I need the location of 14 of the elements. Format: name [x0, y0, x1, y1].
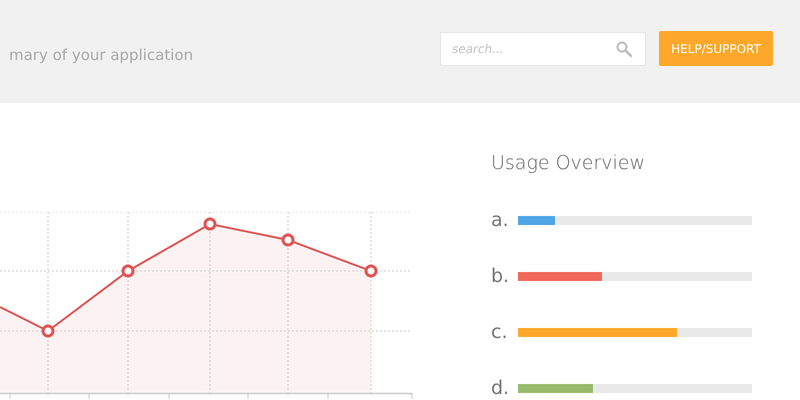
search-field[interactable]: search... — [440, 32, 646, 66]
bar-label: d. — [491, 376, 510, 400]
bar-label: c. — [491, 320, 508, 344]
usage-overview-title: Usage Overview — [491, 151, 646, 175]
search-icon — [616, 40, 632, 56]
page-subtitle: mary of your application — [9, 46, 194, 64]
data-point — [42, 324, 54, 338]
bar-label: a. — [491, 208, 510, 232]
data-point — [204, 218, 216, 230]
data-point — [282, 234, 294, 246]
bar-label: b. — [491, 264, 510, 288]
data-point — [122, 264, 134, 278]
help-support-button[interactable]: HELP/SUPPORT — [659, 31, 773, 66]
data-point — [364, 264, 378, 278]
